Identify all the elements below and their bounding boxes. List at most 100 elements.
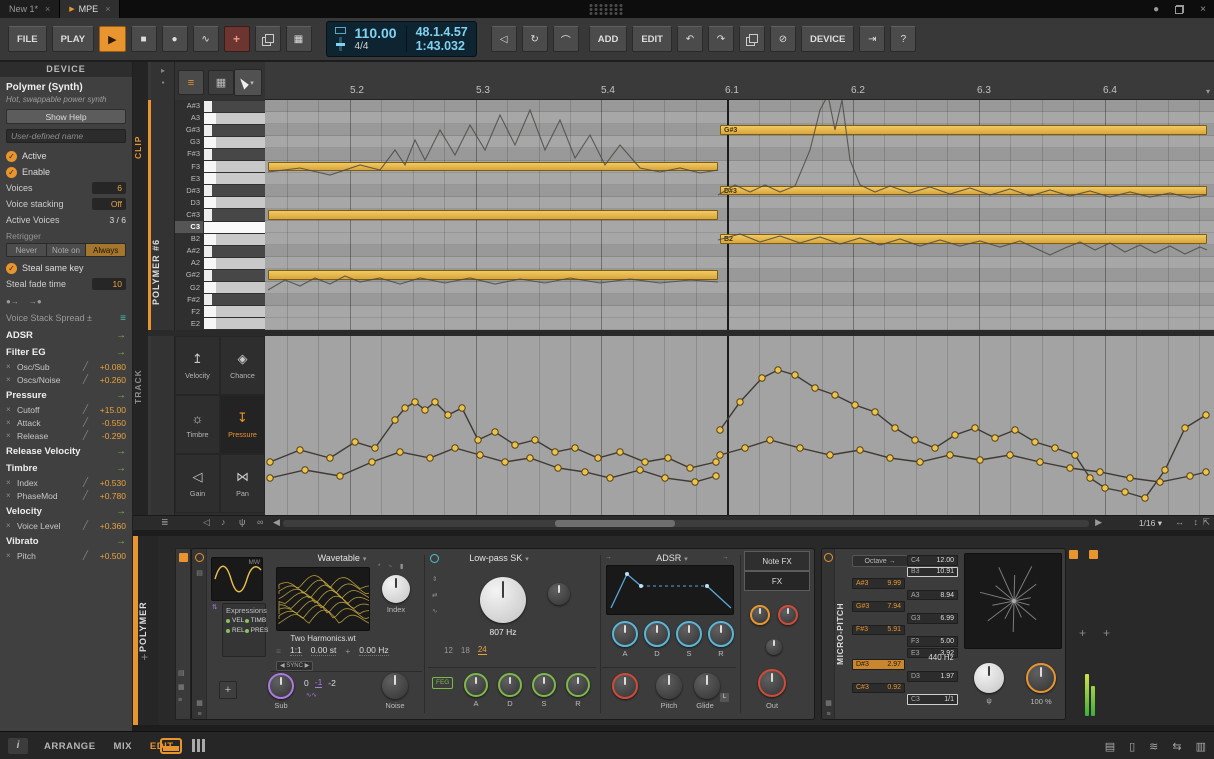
editor-tab-track[interactable]: TRACK: [133, 357, 148, 417]
note-in-icon[interactable]: ●→: [6, 297, 19, 306]
record-button[interactable]: ●: [162, 26, 188, 52]
micropitch-display-icon[interactable]: ▦: [823, 699, 834, 707]
note-grid[interactable]: G#3D#3B2: [265, 100, 1214, 330]
wavetable-display[interactable]: [276, 567, 370, 631]
piano-key[interactable]: G3: [175, 136, 265, 148]
mod-section-header[interactable]: Vibrato→: [6, 534, 126, 549]
file-panel-icon[interactable]: ▯: [1129, 740, 1135, 753]
env-knob-s[interactable]: [676, 621, 702, 647]
mod-section-header[interactable]: Pressure→: [6, 388, 126, 403]
track-mini-icon[interactable]: ▸: [157, 66, 169, 76]
mod-amount-icon[interactable]: ╱: [83, 361, 88, 372]
redo-button[interactable]: ↷: [708, 26, 734, 52]
resonance-knob[interactable]: [548, 583, 570, 605]
add-oscillator-button[interactable]: +: [219, 681, 237, 699]
mod-section-header[interactable]: Velocity→: [6, 504, 126, 519]
piano-key[interactable]: C#3: [175, 209, 265, 221]
feg-knob-a[interactable]: [464, 673, 488, 697]
micropitch-drag-icon[interactable]: ≡: [823, 711, 834, 718]
note-out-icon[interactable]: →●: [29, 297, 42, 306]
midi-note[interactable]: G#3: [720, 125, 1207, 135]
tuning-row[interactable]: A38.94: [852, 590, 958, 601]
mod-section-header[interactable]: Release Velocity→: [6, 444, 126, 459]
mod-amount-icon[interactable]: ╱: [83, 490, 88, 501]
filter-env-amount-icon[interactable]: ⇕: [432, 575, 437, 583]
tuning-cell-ds3[interactable]: D#32.97: [852, 659, 905, 670]
stop-button[interactable]: ■: [131, 26, 157, 52]
mix-knob[interactable]: [1026, 663, 1056, 693]
add-device-button[interactable]: +: [1079, 626, 1086, 640]
editor-tab-clip[interactable]: CLIP: [133, 117, 148, 177]
piano-key[interactable]: G#3: [175, 124, 265, 136]
expression-tag[interactable]: TIMB: [245, 617, 269, 624]
tuning-row[interactable]: C412.00: [852, 555, 958, 566]
audio-lane-icon[interactable]: ◁: [203, 517, 210, 528]
tuning-cell-g3[interactable]: G36.99: [907, 613, 958, 624]
mod-item[interactable]: ×Cutoff╱+15.00: [6, 403, 126, 416]
remove-mod-icon[interactable]: ×: [6, 362, 13, 371]
filter-slope-option[interactable]: 12: [444, 646, 453, 655]
layout-button[interactable]: ▦: [286, 26, 312, 52]
reference-pitch[interactable]: 440 Hz: [918, 653, 964, 662]
piano-key[interactable]: F#2: [175, 294, 265, 306]
tuning-cell-a3[interactable]: A38.94: [907, 590, 958, 601]
clip-slot-marker-1[interactable]: [1069, 550, 1078, 559]
env-knob-a[interactable]: [612, 621, 638, 647]
env-mod-icon[interactable]: →: [605, 554, 612, 561]
voice-stacking-value[interactable]: Off: [92, 198, 126, 210]
filter-slope-option[interactable]: 24: [478, 645, 487, 655]
remove-mod-icon[interactable]: ×: [6, 551, 13, 560]
fx-return-knob[interactable]: [778, 605, 798, 625]
window-close-icon[interactable]: ×: [1200, 4, 1206, 15]
tuning-cell-b3[interactable]: B310.91: [907, 567, 958, 578]
voices-value[interactable]: 6: [92, 182, 126, 194]
filter-power-icon[interactable]: [430, 554, 439, 563]
chain-dots-icon[interactable]: ≡: [178, 697, 182, 704]
chain-display-icon[interactable]: ▦: [178, 683, 185, 691]
zoom-v-icon[interactable]: ↕: [1194, 517, 1199, 527]
horizontal-scrollbar[interactable]: [283, 520, 1089, 527]
tuning-cell-fs3[interactable]: F#35.91: [852, 625, 905, 636]
tab-close-icon[interactable]: ×: [45, 4, 50, 14]
feg-knob-r[interactable]: [566, 673, 590, 697]
cue-button[interactable]: ◁: [491, 26, 517, 52]
add-track-device-button[interactable]: +: [1103, 626, 1110, 640]
remove-mod-icon[interactable]: ×: [6, 491, 13, 500]
sub-knob[interactable]: [268, 673, 294, 699]
mod-item[interactable]: ×Index╱+0.530: [6, 476, 126, 489]
device-menu-button[interactable]: DEVICE: [801, 26, 854, 52]
tuning-cell-gs3[interactable]: G#37.94: [852, 601, 905, 612]
mod-amount-icon[interactable]: ╱: [83, 417, 88, 428]
expression-tag[interactable]: PRES: [245, 627, 269, 634]
tuning-cell-d3[interactable]: D31.97: [907, 671, 958, 682]
tuning-knob[interactable]: [974, 663, 1004, 693]
window-tab[interactable]: ▶MPE×: [60, 0, 120, 18]
oscillator-display[interactable]: MW: [211, 557, 263, 601]
pointer-tool-button[interactable]: ▾: [234, 69, 262, 96]
mod-amount-icon[interactable]: ╱: [83, 520, 88, 531]
piano-key[interactable]: F2: [175, 306, 265, 318]
timeline-ruler[interactable]: ▾5.25.35.46.16.26.36.4: [265, 62, 1214, 100]
mod-amount-icon[interactable]: ╱: [83, 404, 88, 415]
mic-lane-icon[interactable]: ψ: [239, 517, 245, 527]
piano-key[interactable]: A2: [175, 257, 265, 269]
fm-knob[interactable]: [612, 673, 638, 699]
fx-mix-knob[interactable]: [766, 639, 782, 655]
play-menu-button[interactable]: PLAY: [52, 26, 94, 52]
note-editor-mode-button[interactable]: ≡: [178, 70, 204, 95]
device-name-input[interactable]: User-defined name: [6, 129, 126, 143]
info-icon[interactable]: i: [8, 738, 28, 754]
tuning-cell-f3[interactable]: F35.00: [907, 636, 958, 647]
window-restore-icon[interactable]: [1175, 5, 1184, 14]
loop-button[interactable]: ↻: [522, 26, 548, 52]
remove-mod-icon[interactable]: ×: [6, 375, 13, 384]
overdub-button[interactable]: [255, 26, 281, 52]
midi-note[interactable]: D#3: [720, 186, 1207, 196]
feg-knob-s[interactable]: [532, 673, 556, 697]
sub-octave-option[interactable]: -2: [328, 678, 336, 688]
tuning-cell-c4[interactable]: C412.00: [907, 555, 958, 566]
feg-knob-d[interactable]: [498, 673, 522, 697]
glide-knob[interactable]: [694, 673, 720, 699]
zoom-h-icon[interactable]: ↔: [1175, 517, 1184, 527]
envelope-display[interactable]: [606, 565, 734, 615]
